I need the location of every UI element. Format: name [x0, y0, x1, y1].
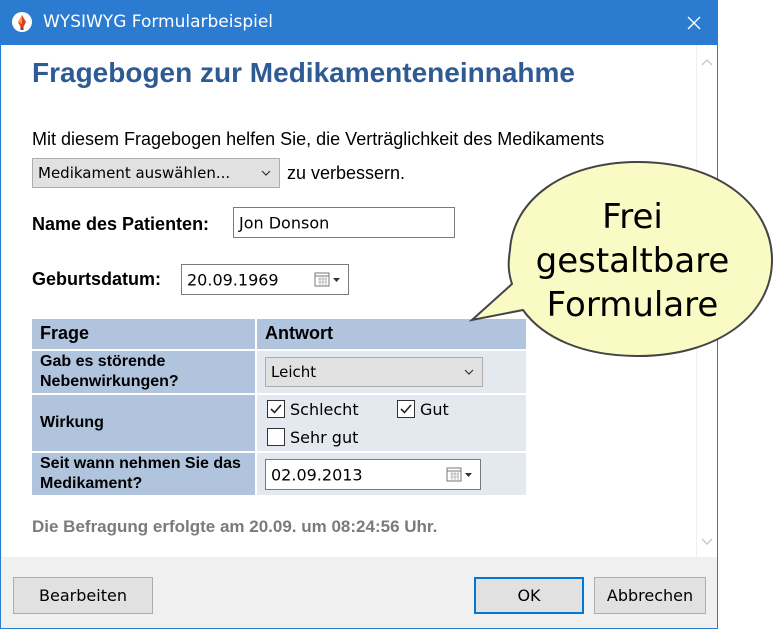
since-date-input[interactable]: 02.09.2013 — [265, 459, 481, 490]
chevron-down-icon — [261, 170, 271, 176]
birthdate-label: Geburtsdatum: — [32, 269, 162, 289]
patient-name-input[interactable]: Jon Donson — [233, 207, 455, 238]
calendar-dropdown-icon[interactable] — [314, 272, 342, 288]
close-button[interactable] — [671, 1, 717, 45]
checkbox-schlecht-label: Schlecht — [290, 400, 359, 419]
calendar-dropdown-icon[interactable] — [446, 467, 474, 483]
birthdate-value: 20.09.1969 — [187, 270, 279, 289]
edit-button[interactable]: Bearbeiten — [13, 577, 153, 614]
medication-select-value: Medikament auswählen... — [38, 164, 231, 182]
title-bar: WYSIWYG Formularbeispiel — [1, 1, 717, 45]
callout-line: Frei — [602, 197, 663, 237]
side-effects-select[interactable]: Leicht — [265, 357, 483, 387]
since-date-value: 02.09.2013 — [271, 465, 363, 484]
checkbox-sehr-gut-label: Sehr gut — [290, 428, 359, 447]
checkmark-icon — [400, 404, 412, 414]
medication-select[interactable]: Medikament auswählen... — [32, 158, 280, 188]
window-title: WYSIWYG Formularbeispiel — [43, 12, 274, 32]
table-header-question: Frage — [32, 319, 255, 349]
pen-nib-icon — [11, 11, 33, 33]
birthdate-input[interactable]: 20.09.1969 — [181, 264, 349, 295]
patient-name-label: Name des Patienten: — [32, 214, 210, 234]
survey-timestamp: Die Befragung erfolgte am 20.09. um 08:2… — [32, 517, 438, 536]
cancel-button[interactable]: Abbrechen — [594, 577, 706, 614]
ok-button[interactable]: OK — [474, 577, 584, 614]
checkmark-icon — [270, 404, 282, 414]
table-row-question: Seit wann nehmen Sie das Medikament? — [32, 453, 255, 495]
callout-line: Formulare — [546, 285, 719, 325]
table-row-answer: Schlecht Gut Sehr gut — [257, 395, 526, 451]
callout-line: gestaltbare — [535, 241, 730, 281]
checkbox-gut-label: Gut — [420, 400, 449, 419]
intro-text: Mit diesem Fragebogen helfen Sie, die Ve… — [32, 129, 605, 149]
patient-name-value: Jon Donson — [239, 213, 330, 232]
checkbox-gut[interactable] — [397, 400, 415, 418]
intro-text-end: zu verbessern. — [287, 163, 406, 183]
side-effects-value: Leicht — [271, 363, 317, 381]
table-row-question: Gab es störende Nebenwirkungen? — [32, 351, 255, 393]
page-title: Fragebogen zur Medikamenteneinnahme — [32, 57, 575, 88]
chevron-up-icon[interactable] — [701, 57, 713, 67]
callout-text: Frei gestaltbare Formulare — [530, 195, 735, 327]
close-icon — [687, 16, 701, 30]
table-row-question: Wirkung — [32, 395, 255, 451]
table-row-answer: 02.09.2013 — [257, 453, 526, 495]
chevron-down-icon[interactable] — [701, 537, 713, 547]
checkbox-sehr-gut[interactable] — [267, 428, 285, 446]
checkbox-schlecht[interactable] — [267, 400, 285, 418]
